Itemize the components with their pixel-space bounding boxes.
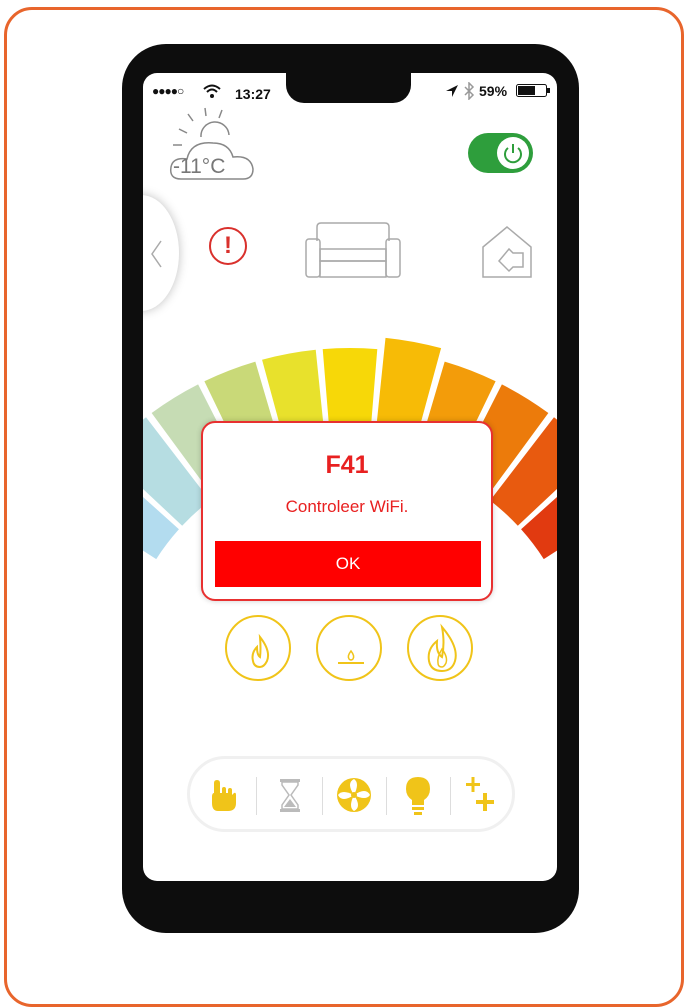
flame-large-icon [427,623,457,673]
flame-small-button[interactable] [225,615,291,681]
ok-button[interactable]: OK [215,541,481,587]
fan-icon [337,778,371,812]
toolbar-divider [256,777,257,815]
flame-small-icon [251,633,270,669]
flame-large-button[interactable] [407,615,473,681]
more-button[interactable] [454,769,506,821]
fan-button[interactable] [328,769,380,821]
phone-notch [286,64,411,103]
error-message: Controleer WiFi. [285,497,409,516]
toolbar-divider [386,777,387,815]
light-button[interactable] [392,769,444,821]
manual-mode-button[interactable] [198,769,250,821]
plus-more-icon [466,777,494,811]
toolbar-divider [450,777,451,815]
bottom-toolbar [187,756,515,832]
error-dialog: F41 Controleer WiFi. OK [201,421,493,601]
toolbar-divider [322,777,323,815]
error-code: F41 [325,451,369,479]
light-bulb-icon [406,777,430,815]
hand-manual-icon [212,780,236,811]
app-screen: ●●●●○ 13:27 59% -11°C ! F41 Controleer W… [143,73,557,881]
pilot-flame-button[interactable] [316,615,382,681]
hourglass-timer-icon [280,779,300,812]
pilot-flame-icon [338,649,364,664]
timer-button[interactable] [264,769,316,821]
